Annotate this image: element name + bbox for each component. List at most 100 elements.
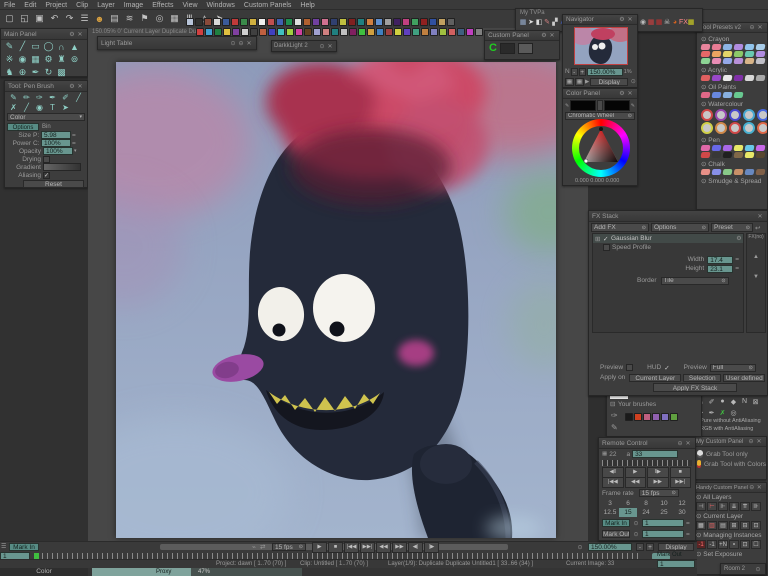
main-tool-icon[interactable]: ⊚	[68, 54, 81, 65]
minimize-icon[interactable]: ⊖	[748, 484, 756, 491]
custom-panel-icon[interactable]	[340, 28, 348, 36]
custom-panel-icon[interactable]	[286, 28, 294, 36]
preset-brush-icon[interactable]	[755, 58, 765, 64]
remote-a-label[interactable]: a	[626, 451, 630, 458]
rate-button[interactable]: 6	[619, 499, 637, 508]
main-tool-icon[interactable]: ※	[3, 54, 16, 65]
preset-brush-icon[interactable]	[733, 75, 743, 81]
layer-action-icon[interactable]: ▤	[718, 521, 728, 530]
custom-panel-icon[interactable]	[322, 28, 330, 36]
layer-action-icon[interactable]: ⊡	[751, 521, 761, 530]
rate-button[interactable]: 10	[655, 499, 673, 508]
color-b-swatch[interactable]	[604, 100, 630, 111]
preset-brush-icon[interactable]	[722, 92, 732, 98]
minimize-icon[interactable]: ⊖	[237, 40, 245, 47]
preset-brush-icon[interactable]	[744, 51, 754, 57]
preset-brush-icon[interactable]	[701, 122, 713, 134]
minimize-icon[interactable]: ⊖	[747, 438, 755, 445]
preset-brush-icon[interactable]	[700, 152, 710, 158]
option-rgb-antialiasing[interactable]: ⊙ RGB with AntiAliasing	[691, 426, 768, 434]
gear-icon[interactable]: ⚙	[618, 16, 626, 23]
fx-icon[interactable]: FX	[679, 19, 687, 26]
options-icon[interactable]: ⊙	[632, 531, 640, 538]
custom-panel-icon[interactable]	[304, 28, 312, 36]
custom-panel-icon[interactable]	[294, 18, 302, 26]
preset-brush-icon[interactable]	[744, 169, 754, 175]
close-icon[interactable]: ✕	[755, 438, 763, 445]
power-key[interactable]: C:	[33, 140, 41, 147]
brush-tool-icon[interactable]: ✏	[20, 93, 33, 102]
flag-icon[interactable]: ⚑	[137, 13, 152, 24]
custom-panel-icon[interactable]	[429, 18, 437, 26]
custom-panel-icon[interactable]	[439, 28, 447, 36]
preset-brush-icon[interactable]	[743, 122, 755, 134]
custom-panel-icon[interactable]	[205, 28, 213, 36]
remote-counter[interactable]: 22	[609, 451, 616, 458]
brush-tool-icon[interactable]: ╱	[72, 93, 85, 102]
preset-brush-icon[interactable]	[700, 51, 710, 57]
preset-brush-icon[interactable]	[722, 51, 732, 57]
brush-shortcut-icon[interactable]: ⊠	[750, 398, 761, 406]
brush-tool-icon[interactable]: T	[46, 103, 59, 112]
mark-out-button[interactable]: Mark Out	[602, 530, 630, 538]
main-tool-icon[interactable]: ◯	[42, 41, 55, 52]
nav-zoom-field[interactable]: 150.00%	[587, 68, 623, 76]
preset-brush-icon[interactable]	[744, 58, 754, 64]
height-field[interactable]: 23.1	[707, 265, 733, 273]
menu-item[interactable]: File	[4, 2, 15, 9]
layer-action-icon[interactable]: ▥	[707, 521, 717, 530]
custom-panel-icon[interactable]	[330, 18, 338, 26]
minimize-icon[interactable]: ⊖	[676, 440, 684, 447]
timeline-mark-out-label[interactable]: Mark Out	[657, 552, 682, 558]
reset-button[interactable]: Reset	[23, 180, 84, 188]
transport-button[interactable]: ▶▶|	[360, 542, 375, 553]
section-managing-instances[interactable]: ⊙ Managing Instances	[693, 531, 766, 539]
landscape-icon[interactable]: ▦	[519, 18, 527, 26]
mark-out-stepper[interactable]: =	[686, 531, 690, 538]
grab-tool-only[interactable]: Grab Tool only	[693, 447, 766, 458]
preset-section-oil-paints[interactable]: ⊙ Oil Paints	[697, 83, 767, 91]
grab-tool-with-colors[interactable]: Grab Tool with Colors	[693, 458, 766, 468]
preset-brush-icon[interactable]	[700, 92, 710, 98]
gear-icon[interactable]: ⚙	[68, 31, 76, 38]
custom-panel-icon[interactable]	[376, 28, 384, 36]
color-triangle[interactable]	[572, 119, 630, 177]
preset-section-acrylic[interactable]: ⊙ Acrylic	[697, 66, 767, 74]
options-icon[interactable]: ⊙	[576, 544, 584, 551]
close-icon[interactable]: ✕	[756, 24, 764, 31]
zebra-icon[interactable]: ▞	[551, 18, 559, 26]
gear-icon[interactable]: ⚙	[618, 90, 626, 97]
custom-panel-icon[interactable]	[250, 28, 258, 36]
preset-brush-icon[interactable]	[755, 75, 765, 81]
nav-step[interactable]: 1%	[624, 69, 632, 75]
saved-brush-icon[interactable]	[670, 413, 678, 421]
preset-brush-icon[interactable]	[722, 44, 732, 50]
custom-panel-icon[interactable]	[412, 28, 420, 36]
instance-action-icon[interactable]: ⚬	[729, 540, 739, 549]
custom-panel-icon[interactable]	[367, 28, 375, 36]
preset-brush-icon[interactable]	[755, 152, 765, 158]
custom-panel-icon[interactable]	[276, 18, 284, 26]
preset-brush-icon[interactable]	[700, 145, 710, 151]
preset-brush-icon[interactable]	[729, 122, 741, 134]
room-tab[interactable]: Room 2 ⊙	[720, 563, 766, 575]
power-field[interactable]: 100%	[41, 139, 71, 147]
preset-brush-icon[interactable]	[733, 169, 743, 175]
custom-panel-icon[interactable]	[249, 18, 257, 26]
main-tool-icon[interactable]: ∩	[55, 42, 68, 52]
menu-item[interactable]: Edit	[24, 2, 36, 9]
preset-brush-icon[interactable]	[711, 92, 721, 98]
mark-in-button[interactable]: Mark In	[602, 519, 630, 527]
menu-item[interactable]: Custom Panels	[244, 2, 291, 9]
preset-brush-icon[interactable]	[722, 145, 732, 151]
custom-panel-icon[interactable]	[466, 28, 474, 36]
custom-panel-icon[interactable]	[438, 18, 446, 26]
custom-panel-icon[interactable]	[259, 28, 267, 36]
arrow-icon[interactable]: ➤	[527, 18, 535, 26]
custom-panel-icon[interactable]	[267, 18, 275, 26]
skull-icon[interactable]: ☠	[663, 18, 671, 26]
collapse-icon[interactable]: ⊟	[610, 400, 618, 408]
custom-panel-icon[interactable]	[312, 18, 320, 26]
timeline-fps-dropdown[interactable]: 15 fps ⊙	[272, 543, 306, 551]
custom-panel-icon[interactable]	[321, 18, 329, 26]
